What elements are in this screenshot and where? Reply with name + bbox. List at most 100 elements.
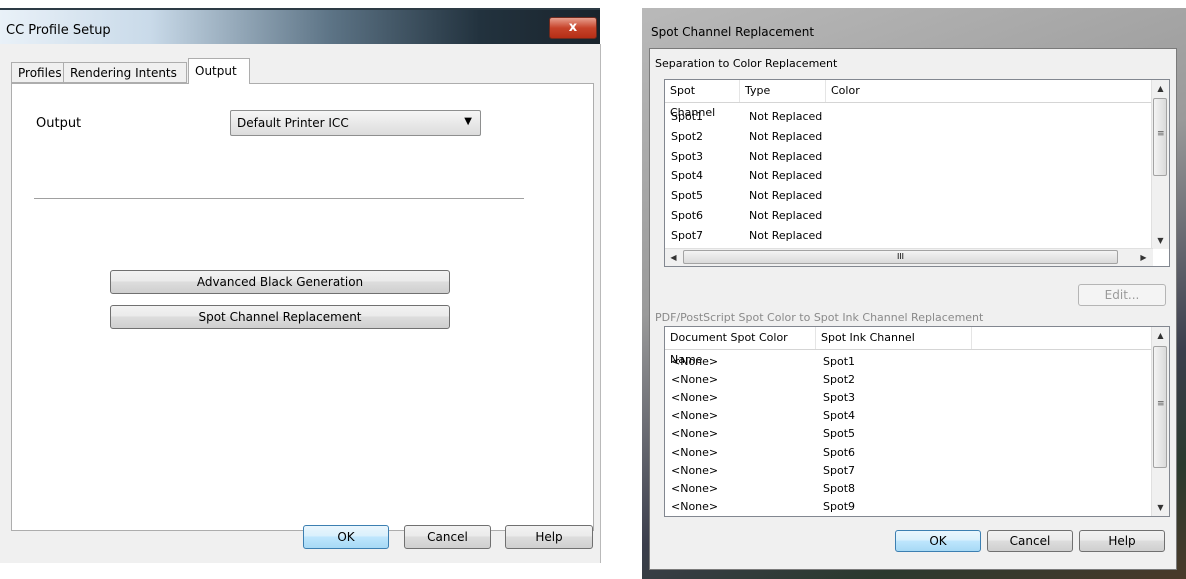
- ok-button[interactable]: OK: [303, 525, 389, 549]
- spot-color-name-cell: <None>: [671, 391, 719, 405]
- table-row[interactable]: <None> Spot2: [665, 370, 1153, 389]
- list-header: Spot Channel Type Color: [665, 80, 1154, 119]
- dialog-body: Separation to Color Replacement Spot Cha…: [649, 48, 1177, 570]
- column-header-spot-channel[interactable]: Spot Channel: [665, 80, 740, 119]
- title-bar: CC Profile Setup x: [0, 8, 600, 46]
- table-row[interactable]: Spot2 Not Replaced: [665, 127, 1153, 146]
- dialog-title: CC Profile Setup: [6, 23, 111, 38]
- spot-ink-channel-cell: Spot6: [823, 445, 856, 459]
- table-row[interactable]: Spot5 Not Replaced: [665, 186, 1153, 205]
- scroll-down-icon[interactable]: ▼: [1152, 232, 1169, 249]
- spot-color-name-cell: <None>: [671, 427, 719, 441]
- advanced-black-generation-button[interactable]: Advanced Black Generation: [110, 270, 450, 294]
- table-row[interactable]: <None> Spot6: [665, 443, 1153, 462]
- output-profile-value: Default Printer ICC: [237, 116, 349, 130]
- grip-icon: ≡: [1157, 399, 1165, 409]
- close-icon: x: [568, 20, 578, 35]
- table-row[interactable]: <None> Spot7: [665, 461, 1153, 480]
- separation-group-label: Separation to Color Replacement: [655, 57, 838, 70]
- icc-profile-setup-dialog: CC Profile Setup x Profiles Rendering In…: [0, 0, 601, 563]
- column-header-document-spot-color-name[interactable]: Document Spot Color Name: [665, 327, 816, 366]
- spot-channel-cell: Spot3: [671, 149, 704, 163]
- spot-color-name-cell: <None>: [671, 463, 719, 477]
- spot-channel-cell: Spot2: [671, 129, 704, 143]
- column-header-spot-ink-channel[interactable]: Spot Ink Channel: [816, 327, 972, 349]
- spot-ink-channel-cell: Spot5: [823, 427, 856, 441]
- output-profile-select[interactable]: Default Printer ICC ▼: [230, 110, 481, 136]
- pdf-spot-group-label: PDF/PostScript Spot Color to Spot Ink Ch…: [655, 311, 984, 324]
- table-row[interactable]: Spot7 Not Replaced: [665, 226, 1153, 245]
- close-button[interactable]: x: [549, 17, 597, 39]
- table-row[interactable]: <None> Spot8: [665, 479, 1153, 498]
- spot-channel-replacement-button[interactable]: Spot Channel Replacement: [110, 305, 450, 329]
- spot-ink-channel-cell: Spot7: [823, 463, 856, 477]
- type-cell: Not Replaced: [749, 169, 823, 183]
- grip-icon: III: [896, 252, 905, 261]
- table-row[interactable]: Spot1 Not Replaced: [665, 107, 1153, 126]
- scrollbar-thumb[interactable]: ≡: [1153, 98, 1167, 176]
- type-cell: Not Replaced: [749, 129, 823, 143]
- list-header: Document Spot Color Name Spot Ink Channe…: [665, 327, 1152, 366]
- spot-channel-cell: Spot5: [671, 189, 704, 203]
- tab-rendering-intents[interactable]: Rendering Intents: [63, 62, 187, 83]
- scrollbar-thumb[interactable]: ≡: [1153, 346, 1167, 468]
- table-row[interactable]: <None> Spot3: [665, 388, 1153, 407]
- table-row[interactable]: <None> Spot9: [665, 497, 1153, 516]
- column-header-type[interactable]: Type: [740, 80, 826, 102]
- table-row[interactable]: Spot4 Not Replaced: [665, 166, 1153, 185]
- spot-color-name-cell: <None>: [671, 481, 719, 495]
- dialog-body: Profiles Rendering Intents Output Output…: [0, 44, 601, 563]
- table-row[interactable]: <None> Spot1: [665, 352, 1153, 371]
- spot-channel-cell: Spot7: [671, 228, 704, 242]
- spot-color-name-cell: <None>: [671, 355, 719, 368]
- spot-ink-channel-cell: Spot1: [823, 355, 856, 368]
- help-button[interactable]: Help: [505, 525, 593, 549]
- table-row[interactable]: Spot3 Not Replaced: [665, 147, 1153, 166]
- separator-line: [34, 198, 524, 200]
- scroll-right-icon[interactable]: ▶: [1135, 249, 1152, 266]
- scrollbar-thumb[interactable]: III: [683, 250, 1118, 264]
- spot-color-name-cell: <None>: [671, 373, 719, 387]
- type-cell: Not Replaced: [749, 209, 823, 222]
- spot-ink-channel-cell: Spot3: [823, 391, 856, 405]
- horizontal-scrollbar[interactable]: ◀ III ▶: [665, 248, 1153, 266]
- tab-output[interactable]: Output: [188, 58, 250, 84]
- spot-channel-cell: Spot1: [671, 110, 704, 123]
- table-row[interactable]: <None> Spot4: [665, 406, 1153, 425]
- spot-color-name-cell: <None>: [671, 445, 719, 459]
- output-label: Output: [36, 116, 82, 131]
- cancel-button[interactable]: Cancel: [404, 525, 491, 549]
- scroll-down-icon[interactable]: ▼: [1152, 499, 1169, 516]
- type-cell: Not Replaced: [749, 228, 823, 242]
- tab-profiles[interactable]: Profiles: [11, 62, 64, 83]
- vertical-scrollbar[interactable]: ▲ ≡ ▼: [1151, 80, 1169, 249]
- grip-icon: ≡: [1157, 129, 1165, 139]
- scroll-up-icon[interactable]: ▲: [1152, 327, 1169, 344]
- pdf-spot-color-list[interactable]: Document Spot Color Name Spot Ink Channe…: [664, 326, 1170, 517]
- scroll-up-icon[interactable]: ▲: [1152, 80, 1169, 97]
- help-button[interactable]: Help: [1079, 530, 1165, 552]
- type-cell: Not Replaced: [749, 189, 823, 203]
- spot-color-name-cell: <None>: [671, 499, 719, 513]
- output-tab-panel: Output Default Printer ICC ▼ Advanced Bl…: [11, 83, 594, 531]
- column-header-color[interactable]: Color: [826, 80, 1154, 102]
- chevron-down-icon: ▼: [464, 116, 472, 127]
- spot-channel-cell: Spot6: [671, 209, 704, 222]
- cancel-button[interactable]: Cancel: [987, 530, 1073, 552]
- edit-button[interactable]: Edit...: [1078, 284, 1166, 306]
- dialog-title: Spot Channel Replacement: [651, 25, 815, 39]
- spot-channel-replacement-dialog: Spot Channel Replacement Separation to C…: [642, 8, 1186, 579]
- table-row[interactable]: Spot6 Not Replaced: [665, 206, 1153, 225]
- vertical-scrollbar[interactable]: ▲ ≡ ▼: [1151, 327, 1169, 516]
- type-cell: Not Replaced: [749, 149, 823, 163]
- separation-list[interactable]: Spot Channel Type Color Spot1 Not Replace…: [664, 79, 1170, 267]
- ok-button[interactable]: OK: [895, 530, 981, 552]
- table-row[interactable]: <None> Spot5: [665, 424, 1153, 443]
- spot-ink-channel-cell: Spot8: [823, 481, 856, 495]
- type-cell: Not Replaced: [749, 110, 823, 123]
- scroll-left-icon[interactable]: ◀: [665, 249, 682, 266]
- spot-ink-channel-cell: Spot9: [823, 499, 856, 513]
- spot-color-name-cell: <None>: [671, 409, 719, 423]
- spot-channel-cell: Spot4: [671, 169, 704, 183]
- spot-ink-channel-cell: Spot4: [823, 409, 856, 423]
